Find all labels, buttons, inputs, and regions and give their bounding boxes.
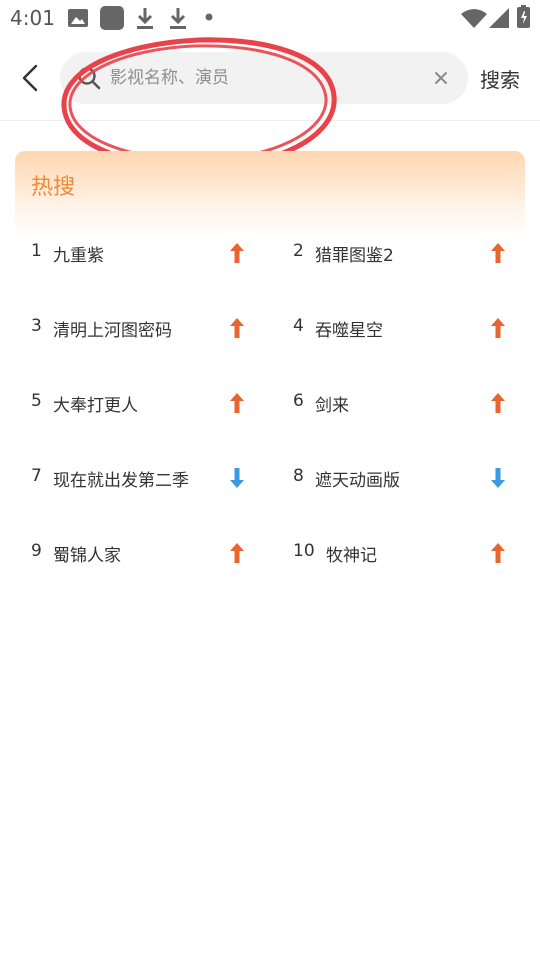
hot-search-name: 现在就出发第二季 bbox=[53, 471, 189, 491]
hot-search-name: 遮天动画版 bbox=[315, 471, 400, 491]
hot-search-item[interactable]: 6 剑来 bbox=[293, 383, 523, 423]
trend-up-icon bbox=[230, 543, 244, 563]
hot-search-item[interactable]: 9 蜀锦人家 bbox=[31, 533, 261, 573]
trend-up-icon bbox=[491, 393, 505, 413]
hot-search-rank: 1 bbox=[31, 241, 42, 261]
hot-search-name: 大奉打更人 bbox=[53, 396, 138, 416]
hot-search-name: 蜀锦人家 bbox=[53, 546, 121, 566]
trend-up-icon bbox=[491, 543, 505, 563]
hot-search-rank: 3 bbox=[31, 316, 42, 336]
status-time: 4:01 bbox=[10, 6, 55, 30]
hot-search-name: 九重紫 bbox=[53, 246, 104, 266]
clear-icon[interactable] bbox=[430, 67, 452, 89]
download-icon bbox=[137, 8, 153, 29]
hot-search-rank: 9 bbox=[31, 541, 42, 561]
hot-search-title: 热搜 bbox=[31, 175, 76, 200]
search-button[interactable]: 搜索 bbox=[480, 64, 520, 93]
trend-down-icon bbox=[491, 468, 505, 488]
trend-down-icon bbox=[230, 468, 244, 488]
hot-search-name: 牧神记 bbox=[326, 546, 377, 566]
hot-search-rank: 7 bbox=[31, 466, 42, 486]
hot-search-name: 清明上河图密码 bbox=[53, 321, 172, 341]
hot-search-item[interactable]: 7 现在就出发第二季 bbox=[31, 458, 261, 498]
hot-search-item[interactable]: 2 猎罪图鉴2 bbox=[293, 233, 523, 273]
battery-icon bbox=[517, 5, 530, 28]
hot-search-name: 猎罪图鉴2 bbox=[315, 246, 394, 266]
back-arrow-icon[interactable] bbox=[14, 60, 50, 96]
trend-up-icon bbox=[230, 393, 244, 413]
hot-search-item[interactable]: 1 九重紫 bbox=[31, 233, 261, 273]
hot-search-rank: 4 bbox=[293, 316, 304, 336]
trend-up-icon bbox=[230, 318, 244, 338]
hot-search-card: 热搜 1 九重紫 2 猎罪图鉴2 3 清明上河图密码 4 吞噬星空 5 大奉打更人 6 剑来 7 现在就出… bbox=[15, 151, 525, 611]
search-screen: 4:01 影视名称、演员 搜索 热搜 1 九重紫 2 猎罪图鉴2 3 清明上河图… bbox=[0, 0, 540, 960]
download-icon bbox=[170, 8, 186, 29]
hot-search-rank: 2 bbox=[293, 241, 304, 261]
wifi-icon bbox=[461, 9, 487, 28]
hot-search-rank: 10 bbox=[293, 541, 315, 561]
trend-up-icon bbox=[230, 243, 244, 263]
hot-search-item[interactable]: 8 遮天动画版 bbox=[293, 458, 523, 498]
hot-search-rank: 5 bbox=[31, 391, 42, 411]
image-icon bbox=[68, 9, 88, 27]
hot-search-name: 吞噬星空 bbox=[315, 321, 383, 341]
trend-up-icon bbox=[491, 243, 505, 263]
status-bar: 4:01 bbox=[0, 0, 540, 38]
hot-search-item[interactable]: 10 牧神记 bbox=[293, 533, 523, 573]
hot-search-name: 剑来 bbox=[315, 396, 349, 416]
hot-search-rank: 8 bbox=[293, 466, 304, 486]
search-icon bbox=[78, 67, 101, 90]
search-box[interactable] bbox=[60, 52, 468, 104]
hot-search-item[interactable]: 3 清明上河图密码 bbox=[31, 308, 261, 348]
trend-up-icon bbox=[491, 318, 505, 338]
hot-search-item[interactable]: 5 大奉打更人 bbox=[31, 383, 261, 423]
dot-icon bbox=[205, 13, 213, 21]
search-input[interactable] bbox=[110, 52, 410, 104]
signal-icon bbox=[489, 8, 509, 28]
hot-search-rank: 6 bbox=[293, 391, 304, 411]
app-icon bbox=[100, 6, 124, 30]
header-divider bbox=[0, 120, 540, 121]
hot-search-item[interactable]: 4 吞噬星空 bbox=[293, 308, 523, 348]
